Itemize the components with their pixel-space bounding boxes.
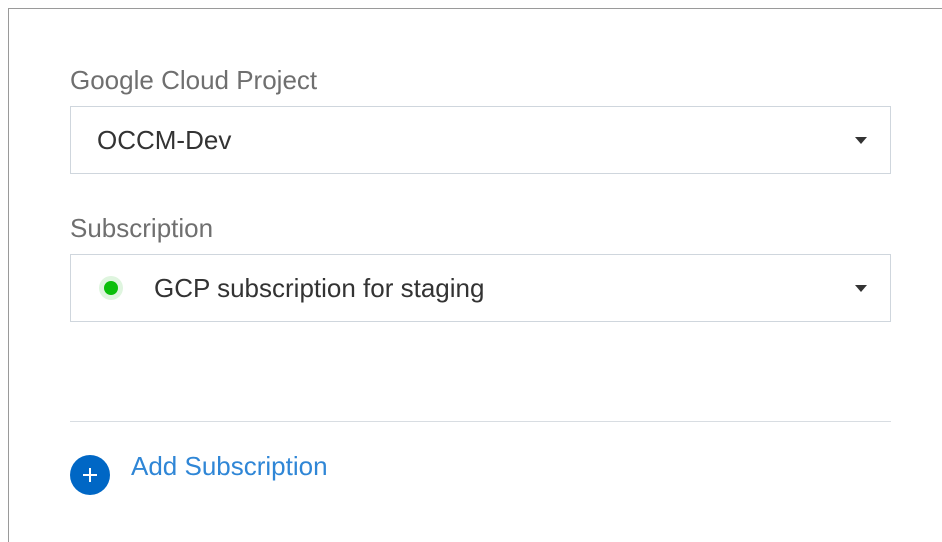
project-select-value: OCCM-Dev xyxy=(97,125,232,155)
divider xyxy=(70,421,891,422)
status-dot-icon xyxy=(104,281,118,295)
subscription-select[interactable]: GCP subscription for staging xyxy=(70,254,891,322)
subscription-panel: Google Cloud Project OCCM-Dev Subscripti… xyxy=(8,8,942,542)
plus-circle-icon[interactable] xyxy=(70,455,110,495)
add-subscription-button[interactable]: Add Subscription xyxy=(70,452,328,495)
subscription-select-value: GCP subscription for staging xyxy=(154,273,485,303)
project-label: Google Cloud Project xyxy=(70,65,318,95)
chevron-down-icon xyxy=(855,285,867,292)
subscription-label: Subscription xyxy=(70,213,214,243)
add-subscription-label[interactable]: Add Subscription xyxy=(131,453,328,479)
project-select[interactable]: OCCM-Dev xyxy=(70,106,891,174)
chevron-down-icon xyxy=(855,137,867,144)
